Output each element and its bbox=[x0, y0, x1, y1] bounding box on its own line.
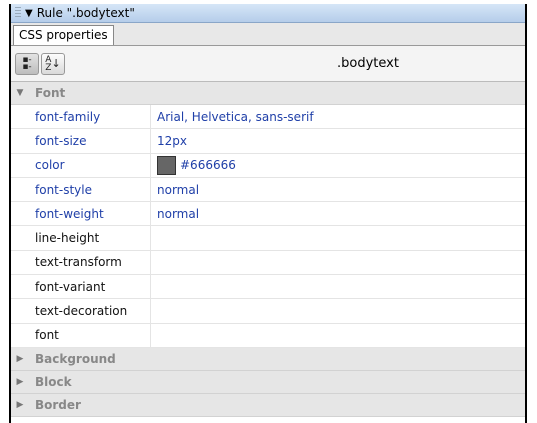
property-row[interactable]: font-variant bbox=[11, 275, 525, 300]
rule-title: Rule ".bodytext" bbox=[36, 6, 135, 20]
property-name: text-decoration bbox=[11, 299, 151, 323]
property-row[interactable]: color #666666 bbox=[11, 153, 525, 178]
property-row[interactable]: text-transform bbox=[11, 250, 525, 276]
alphabetical-view-button[interactable]: A Z ↓ bbox=[41, 52, 65, 75]
collapse-triangle-icon[interactable]: ▼ bbox=[25, 8, 33, 19]
expanded-triangle-icon[interactable]: ▼ bbox=[13, 88, 27, 98]
property-value-text: #666666 bbox=[180, 158, 236, 173]
property-value[interactable]: Arial, Helvetica, sans-serif bbox=[151, 110, 314, 124]
property-name: text-transform bbox=[11, 250, 151, 275]
property-name: font-family bbox=[11, 105, 151, 129]
property-value[interactable]: 12px bbox=[151, 134, 187, 148]
category-label: Border bbox=[35, 397, 81, 412]
category-label: Font bbox=[35, 86, 66, 100]
tab-strip: CSS properties bbox=[11, 23, 525, 46]
property-row[interactable]: font-family Arial, Helvetica, sans-serif bbox=[11, 105, 525, 130]
properties-toolbar: ▪- ▪- A Z ↓ .bodytext bbox=[11, 46, 525, 82]
property-name: font-weight bbox=[11, 202, 151, 226]
property-row[interactable]: font bbox=[11, 323, 525, 348]
category-font[interactable]: ▼ Font bbox=[11, 82, 525, 105]
tab-css-properties[interactable]: CSS properties bbox=[13, 25, 114, 45]
category-background[interactable]: ▶ Background bbox=[11, 347, 525, 371]
property-row[interactable]: line-height bbox=[11, 226, 525, 251]
property-row[interactable]: text-decoration bbox=[11, 299, 525, 324]
category-label: Background bbox=[35, 351, 116, 366]
rule-title-bar[interactable]: ▼ Rule ".bodytext" bbox=[11, 4, 525, 23]
property-row[interactable]: font-size 12px bbox=[11, 129, 525, 154]
collapsed-triangle-icon[interactable]: ▶ bbox=[13, 400, 27, 410]
property-value[interactable]: normal bbox=[151, 207, 199, 221]
property-value-text: normal bbox=[157, 206, 200, 221]
property-value-text: 12px bbox=[157, 133, 187, 148]
property-name: color bbox=[11, 153, 151, 177]
property-name: font bbox=[11, 323, 151, 347]
property-name: font-variant bbox=[11, 275, 151, 299]
property-value[interactable]: normal bbox=[151, 183, 199, 197]
property-row[interactable]: font-weight normal bbox=[11, 202, 525, 227]
property-value-text: Arial, Helvetica, sans-serif bbox=[157, 109, 314, 124]
category-label: Block bbox=[35, 374, 72, 389]
category-border[interactable]: ▶ Border bbox=[11, 393, 525, 417]
property-value-text: normal bbox=[157, 182, 200, 197]
category-block[interactable]: ▶ Block bbox=[11, 370, 525, 394]
property-name: font-style bbox=[11, 177, 151, 202]
collapsed-triangle-icon[interactable]: ▶ bbox=[13, 354, 27, 364]
property-name: font-size bbox=[11, 129, 151, 153]
selected-rule-name: .bodytext bbox=[337, 56, 399, 71]
panel-grip-icon[interactable] bbox=[15, 7, 21, 19]
collapsed-triangle-icon[interactable]: ▶ bbox=[13, 377, 27, 387]
property-row[interactable]: font-style normal bbox=[11, 177, 525, 203]
category-view-button[interactable]: ▪- ▪- bbox=[15, 52, 39, 75]
color-swatch[interactable] bbox=[157, 155, 176, 175]
category-list-icon: ▪- ▪- bbox=[22, 54, 32, 72]
property-value[interactable]: #666666 bbox=[151, 155, 236, 175]
css-rule-inspector-panel: ▼ Rule ".bodytext" CSS properties ▪- ▪- A… bbox=[9, 4, 527, 423]
property-name: line-height bbox=[11, 226, 151, 250]
